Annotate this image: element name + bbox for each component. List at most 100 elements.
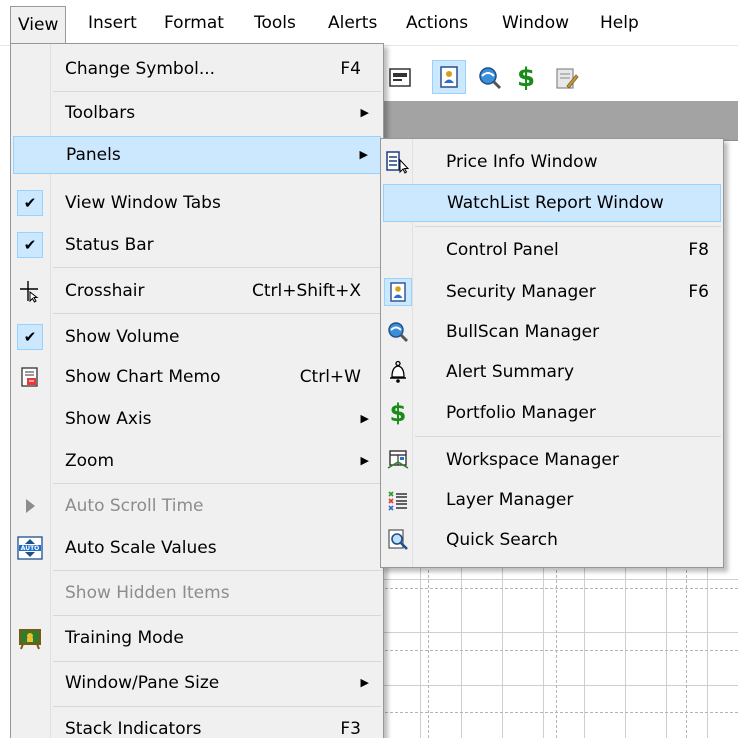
grid-line <box>380 588 738 589</box>
svg-text:AUTO: AUTO <box>21 545 40 552</box>
check-icon: ✔ <box>17 190 43 216</box>
menu-item-security-manager[interactable]: Security Manager F6 <box>383 273 721 311</box>
crosshair-icon <box>16 277 44 305</box>
menu-item-watchlist-report-window[interactable]: WatchList Report Window <box>383 184 721 222</box>
menu-item-label: Price Info Window <box>446 152 598 172</box>
menu-item-label: Alert Summary <box>446 362 575 382</box>
menu-item-label: Workspace Manager <box>446 450 619 470</box>
menu-alerts[interactable]: Alerts <box>328 0 377 46</box>
menu-item-training-mode[interactable]: Training Mode <box>13 619 381 657</box>
menu-item-label: Window/Pane Size <box>65 673 220 693</box>
menu-item-label: Show Volume <box>65 327 180 347</box>
menu-format[interactable]: Format <box>164 0 224 46</box>
menu-item-label: Auto Scroll Time <box>65 496 204 516</box>
view-menu: Change Symbol... F4 Toolbars ▶ Panels ▶ … <box>10 43 384 738</box>
submenu-arrow-icon: ▶ <box>360 412 369 425</box>
memo-icon <box>16 363 44 391</box>
menu-item-shortcut: F3 <box>340 719 361 738</box>
submenu-arrow-icon: ▶ <box>360 454 369 467</box>
price-info-icon <box>384 148 412 176</box>
grid-line <box>380 712 738 713</box>
menu-separator <box>53 570 381 571</box>
menu-item-view-window-tabs[interactable]: ✔ View Window Tabs <box>13 184 381 222</box>
menu-item-label: Control Panel <box>446 240 559 260</box>
menu-separator <box>415 226 721 227</box>
workspace-icon <box>384 446 412 474</box>
menu-item-bullscan-manager[interactable]: BullScan Manager <box>383 313 721 351</box>
menu-item-quick-search[interactable]: Quick Search <box>383 521 721 559</box>
menu-item-label: Panels <box>66 145 121 165</box>
menu-separator <box>53 706 381 707</box>
menu-item-shortcut: F4 <box>340 59 361 79</box>
menu-item-label: Show Hidden Items <box>65 583 230 603</box>
menu-window[interactable]: Window <box>502 0 569 46</box>
menu-item-panels[interactable]: Panels ▶ <box>13 136 381 174</box>
menu-tools[interactable]: Tools <box>254 0 296 46</box>
menu-item-crosshair[interactable]: Crosshair Ctrl+Shift+X <box>13 272 381 310</box>
menu-item-label: Zoom <box>65 451 115 471</box>
quick-search-icon <box>384 526 412 554</box>
toolbar-security-manager-icon[interactable] <box>432 60 466 94</box>
menu-help[interactable]: Help <box>600 0 639 46</box>
menu-item-label: BullScan Manager <box>446 322 600 342</box>
menu-separator <box>53 615 381 616</box>
menu-separator <box>53 483 381 484</box>
menu-item-show-axis[interactable]: Show Axis ▶ <box>13 400 381 438</box>
menu-item-show-volume[interactable]: ✔ Show Volume <box>13 318 381 356</box>
security-manager-icon <box>384 278 412 306</box>
menu-item-shortcut: F6 <box>688 282 709 302</box>
menu-item-label: Quick Search <box>446 530 558 550</box>
menu-item-stack-indicators[interactable]: Stack Indicators F3 <box>13 710 381 738</box>
submenu-arrow-icon: ▶ <box>360 106 369 119</box>
layers-icon <box>384 486 412 514</box>
check-icon: ✔ <box>17 232 43 258</box>
menu-item-portfolio-manager[interactable]: $ Portfolio Manager <box>383 394 721 432</box>
menu-item-label: View Window Tabs <box>65 193 221 213</box>
auto-scale-icon: AUTO <box>16 534 44 562</box>
menu-item-label: Crosshair <box>65 281 145 301</box>
bell-icon <box>384 358 412 386</box>
menu-separator <box>53 661 381 662</box>
menu-item-label: Status Bar <box>65 235 154 255</box>
menu-item-alert-summary[interactable]: Alert Summary <box>383 353 721 391</box>
play-icon <box>16 492 44 520</box>
toolbar-bullscan-icon[interactable] <box>476 64 504 92</box>
menu-item-label: Toolbars <box>65 103 136 123</box>
menu-item-label: Show Axis <box>65 409 152 429</box>
menu-item-window-pane-size[interactable]: Window/Pane Size ▶ <box>13 664 381 702</box>
check-icon: ✔ <box>17 324 43 350</box>
submenu-arrow-icon: ▶ <box>359 148 368 161</box>
menu-separator <box>53 267 381 268</box>
menu-item-toolbars[interactable]: Toolbars ▶ <box>13 94 381 132</box>
toolbar-dollar-icon[interactable]: $ <box>512 64 540 92</box>
menu-view[interactable]: View <box>10 6 67 44</box>
grid-line <box>380 650 738 651</box>
menu-item-workspace-manager[interactable]: Workspace Manager <box>383 441 721 479</box>
menu-item-layer-manager[interactable]: Layer Manager <box>383 481 721 519</box>
toolbar-notes-icon[interactable] <box>552 64 580 92</box>
menu-actions[interactable]: Actions <box>406 0 468 46</box>
menu-item-auto-scale-values[interactable]: AUTO Auto Scale Values <box>13 529 381 567</box>
menu-item-control-panel[interactable]: Control Panel F8 <box>383 231 721 269</box>
menu-item-label: Change Symbol... <box>65 59 216 79</box>
menu-item-status-bar[interactable]: ✔ Status Bar <box>13 226 381 264</box>
menu-insert[interactable]: Insert <box>88 0 137 46</box>
window-tab-strip <box>380 101 738 141</box>
menu-item-shortcut: Ctrl+W <box>299 367 361 387</box>
menu-item-shortcut: Ctrl+Shift+X <box>251 281 361 301</box>
menu-item-show-chart-memo[interactable]: Show Chart Memo Ctrl+W <box>13 358 381 396</box>
menu-item-auto-scroll-time[interactable]: Auto Scroll Time <box>13 487 381 525</box>
panels-submenu: Price Info Window WatchList Report Windo… <box>380 138 724 568</box>
menu-item-label: Stack Indicators <box>65 719 202 738</box>
menu-item-change-symbol[interactable]: Change Symbol... F4 <box>13 50 381 88</box>
menu-item-label: Layer Manager <box>446 490 574 510</box>
menu-item-zoom[interactable]: Zoom ▶ <box>13 442 381 480</box>
bullscan-icon <box>384 318 412 346</box>
submenu-arrow-icon: ▶ <box>360 676 369 689</box>
menu-item-show-hidden-items[interactable]: Show Hidden Items <box>13 574 381 612</box>
toolbar-chart-icon[interactable] <box>386 64 414 92</box>
menu-item-price-info-window[interactable]: Price Info Window <box>383 143 721 181</box>
menu-item-label: Training Mode <box>65 628 184 648</box>
dollar-icon: $ <box>389 399 407 427</box>
menu-item-shortcut: F8 <box>688 240 709 260</box>
